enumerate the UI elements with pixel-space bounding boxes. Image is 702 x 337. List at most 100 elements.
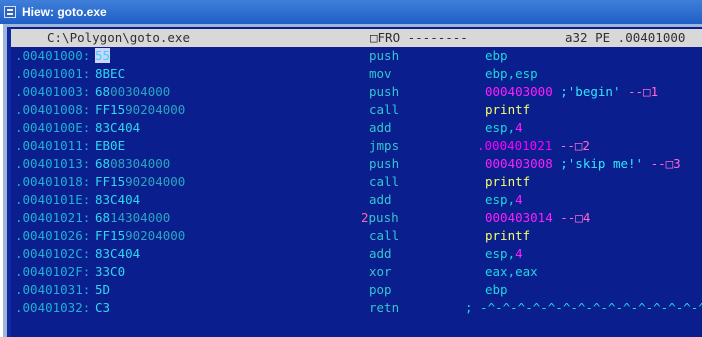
row-operands: printf [485, 101, 530, 119]
disasm-row[interactable]: .00401003: 6800304000 push 000403000 ;'begi… [11, 83, 702, 101]
row-bytes: 33C0 [95, 263, 125, 281]
disasm-row[interactable]: .0040101E: 83C404 add esp,4 [11, 191, 702, 209]
status-bar: C:\Polygon\goto.exe □FRO -------- a32 PE… [11, 29, 702, 47]
row-address: .0040102C: [15, 246, 91, 261]
operand-part: 000403014 [485, 210, 553, 225]
row-mnemonic: mov [369, 66, 392, 81]
row-bytes-tail: 90204000 [125, 174, 186, 189]
disasm-row[interactable]: .00401031: 5D pop ebp [11, 281, 702, 299]
row-bytes-head: 8BEC [95, 66, 126, 81]
row-bytes-head: FF15 [95, 174, 126, 189]
operand-part: 4 [515, 120, 523, 135]
row-operands: printf [485, 227, 530, 245]
row-bytes: FF1590204000 [95, 173, 185, 191]
window-titlebar[interactable]: Hiew: goto.exe [0, 0, 702, 24]
operand-part: ebp [485, 48, 508, 63]
row-operands: esp,4 [485, 191, 523, 209]
row-address: .00401032: [15, 300, 91, 315]
row-operands: ebp [485, 281, 508, 299]
row-operands: .000401021 --□2 [477, 137, 590, 155]
row-operands: printf [485, 173, 530, 191]
operand-part: ;'skip me!' [552, 156, 644, 171]
operand-part: 000403008 [485, 156, 553, 171]
row-mnemonic: call [369, 228, 400, 243]
row-operands: esp,4 [485, 245, 523, 263]
row-bytes-head: 68 [95, 156, 111, 171]
operand-part: 4 [515, 246, 523, 261]
disasm-row[interactable]: .0040102C: 83C404 add esp,4 [11, 245, 702, 263]
mode-indicator: □FRO -------- [370, 30, 468, 45]
disasm-row[interactable]: .00401011: EB0E jmps .000401021 --□2 [11, 137, 702, 155]
row-bytes-head: 68 [95, 210, 111, 225]
row-operands: esp,4 [485, 119, 523, 137]
row-bytes: 83C404 [95, 245, 140, 263]
row-bytes-head: 83C404 [95, 246, 141, 261]
disasm-row[interactable]: .00401013: 6808304000 push 000403008 ;'skip… [11, 155, 702, 173]
row-bytes-head: FF15 [95, 102, 126, 117]
row-address: .0040101E: [15, 192, 91, 207]
disassembly-list[interactable]: .00401000: 55 push ebp .00401001: 8BEC mov ebp,… [11, 47, 702, 317]
row-bytes-head: C3 [95, 300, 111, 315]
row-bytes-tail: 14304000 [110, 210, 171, 225]
row-bytes-head: 68 [95, 84, 111, 99]
operand-part: ;'begin' [552, 84, 621, 99]
operand-part: 4 [515, 192, 523, 207]
row-bytes-head: 83C404 [95, 192, 141, 207]
disasm-row[interactable]: .00401008: FF1590204000 call printf [11, 101, 702, 119]
row-operands: eax,eax [485, 263, 538, 281]
row-mnemonic: push [369, 48, 400, 63]
disasm-row[interactable]: .00401021: 6814304000 2push 000403014 --□4 [11, 209, 702, 227]
row-bytes: 83C404 [95, 191, 140, 209]
row-mnemonic: retn [369, 300, 400, 315]
row-mnemonic: add [369, 246, 392, 261]
row-operands: ebp,esp [485, 65, 538, 83]
operand-part: --□3 [643, 156, 681, 171]
row-address: .00401031: [15, 282, 91, 297]
row-operands: ebp [485, 47, 508, 65]
operand-part: --□2 [552, 138, 590, 153]
row-operands: 000403014 --□4 [485, 209, 590, 227]
row-address: .00401026: [15, 228, 91, 243]
row-mnemonic: xor [369, 264, 392, 279]
row-operands: 000403008 ;'skip me!' --□3 [485, 155, 681, 173]
file-path: C:\Polygon\goto.exe [47, 30, 190, 45]
row-bytes: C3 [95, 299, 110, 317]
row-bytes: 5D [95, 281, 110, 299]
disasm-row[interactable]: .00401032: C3 retn ; -^-^-^-^-^-^-^-^-^-^-^… [11, 299, 702, 317]
row-bytes-head: EB0E [95, 138, 126, 153]
disasm-row[interactable]: .00401000: 55 push ebp [11, 47, 702, 65]
row-bytes: 6800304000 [95, 83, 170, 101]
operand-part: printf [485, 228, 531, 243]
row-bytes-tail: 00304000 [110, 84, 171, 99]
row-address: .00401008: [15, 102, 91, 117]
row-address: .00401011: [15, 138, 91, 153]
row-bytes: FF1590204000 [95, 101, 185, 119]
row-bytes: 83C404 [95, 119, 140, 137]
row-mnemonic: push [369, 84, 400, 99]
disasm-row[interactable]: .00401026: FF1590204000 call printf [11, 227, 702, 245]
cursor-bytes: 55 [95, 48, 111, 63]
row-bytes-head: 83C404 [95, 120, 141, 135]
operand-part: .000401021 [477, 138, 553, 153]
row-bytes-head: 33C0 [95, 264, 126, 279]
operand-part: ; -^-^-^-^-^-^-^-^-^-^-^-^-^-^-^- [465, 300, 702, 315]
row-operands: 000403000 ;'begin' --□1 [485, 83, 658, 101]
row-address: .00401003: [15, 84, 91, 99]
row-mnemonic: add [369, 120, 392, 135]
row-bytes: 6814304000 [95, 209, 170, 227]
operand-part: esp, [485, 120, 516, 135]
hiew-console[interactable]: C:\Polygon\goto.exe □FRO -------- a32 PE… [7, 27, 702, 337]
disasm-row[interactable]: .00401018: FF1590204000 call printf [11, 173, 702, 191]
row-address: .00401013: [15, 156, 91, 171]
label-marker: 2 [361, 210, 369, 225]
row-address: .0040102F: [15, 264, 91, 279]
row-operands: ; -^-^-^-^-^-^-^-^-^-^-^-^-^-^-^- [465, 299, 702, 317]
row-bytes-head: 5D [95, 282, 111, 297]
disasm-row[interactable]: .00401001: 8BEC mov ebp,esp [11, 65, 702, 83]
row-address: .00401021: [15, 210, 91, 225]
disasm-row[interactable]: .0040102F: 33C0 xor eax,eax [11, 263, 702, 281]
address-info: a32 PE .00401000 [565, 30, 686, 45]
row-address: .00401001: [15, 66, 91, 81]
row-bytes: 6808304000 [95, 155, 170, 173]
disasm-row[interactable]: .0040100E: 83C404 add esp,4 [11, 119, 702, 137]
